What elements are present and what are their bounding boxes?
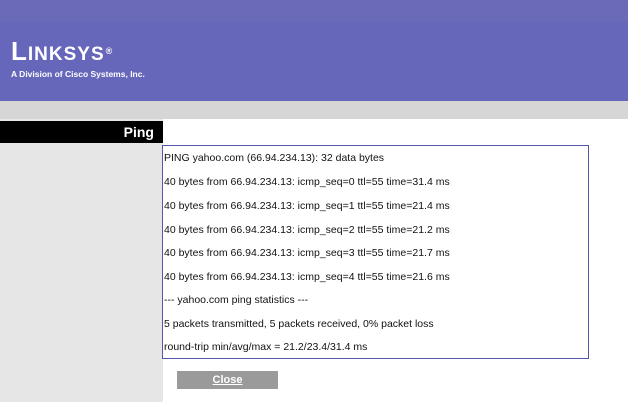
close-button[interactable]: Close (177, 371, 278, 389)
result-line: round-trip min/avg/max = 21.2/23.4/31.4 … (164, 341, 368, 353)
logo-letter: L (11, 36, 28, 66)
result-line: PING yahoo.com (66.94.234.13): 32 data b… (164, 152, 385, 164)
result-line: --- yahoo.com ping statistics --- (164, 294, 309, 306)
result-line: 40 bytes from 66.94.234.13: icmp_seq=3 t… (164, 247, 450, 259)
result-line: 40 bytes from 66.94.234.13: icmp_seq=4 t… (164, 271, 450, 283)
ping-results-box: PING yahoo.com (66.94.234.13): 32 data b… (162, 145, 589, 359)
result-line: 40 bytes from 66.94.234.13: icmp_seq=2 t… (164, 224, 450, 236)
left-panel (0, 119, 163, 402)
result-line: 5 packets transmitted, 5 packets receive… (164, 318, 434, 330)
section-title: Ping (0, 121, 163, 143)
result-line: 40 bytes from 66.94.234.13: icmp_seq=0 t… (164, 176, 450, 188)
linksys-logo: LINKSYS® A Division of Cisco Systems, In… (11, 38, 145, 79)
ping-page: LINKSYS® A Division of Cisco Systems, In… (0, 0, 628, 402)
logo-wordmark: LINKSYS® (11, 38, 113, 68)
logo-letters: INKSYS (27, 44, 105, 65)
logo-tagline: A Division of Cisco Systems, Inc. (11, 69, 145, 79)
result-line: 40 bytes from 66.94.234.13: icmp_seq=1 t… (164, 200, 450, 212)
header-divider-band (0, 101, 628, 119)
registered-mark: ® (105, 46, 114, 56)
header-banner: LINKSYS® A Division of Cisco Systems, In… (0, 0, 628, 101)
header-topline (0, 0, 628, 22)
